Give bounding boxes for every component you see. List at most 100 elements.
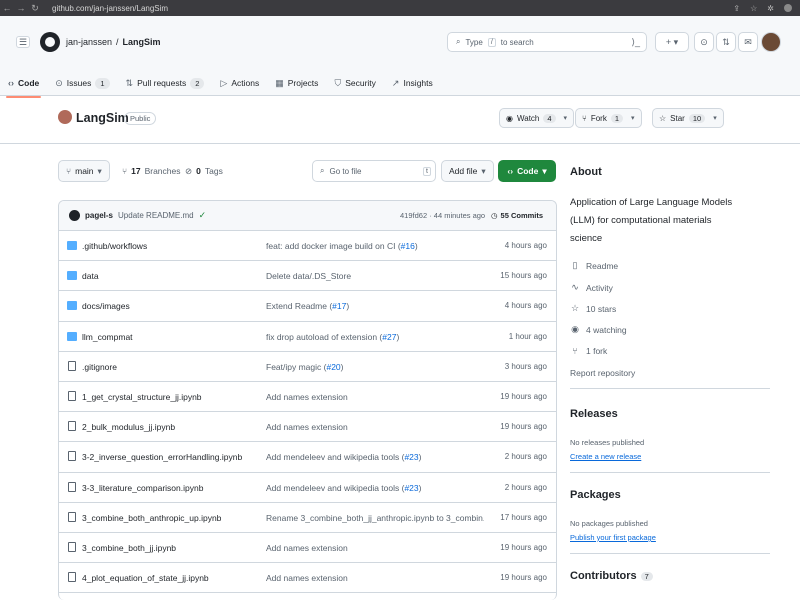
file-row[interactable]: data Delete data/.DS_Store 15 hours ago	[59, 261, 556, 292]
branches-link[interactable]: ⑂ 17 Branches	[122, 160, 181, 182]
file-name[interactable]: 3-3_literature_comparison.ipynb	[82, 483, 203, 493]
check-icon[interactable]: ✓	[199, 210, 207, 221]
file-row[interactable]: llm_compmat fix drop autoload of extensio…	[59, 322, 556, 352]
file-name[interactable]: 1_get_crystal_structure_jj.ipynb	[82, 392, 202, 402]
reload-icon[interactable]: ↻	[28, 3, 42, 14]
back-icon[interactable]: ←	[0, 3, 14, 13]
inbox-icon[interactable]: ✉	[738, 32, 758, 52]
contributors-heading[interactable]: Contributors 7	[570, 570, 653, 582]
releases-heading[interactable]: Releases	[570, 408, 618, 420]
tab-issues[interactable]: ⊙ Issues 1	[47, 70, 117, 96]
file-commit-message[interactable]: Feat/ipy magic (#20)	[266, 362, 344, 372]
pull-requests-icon[interactable]: ⇅	[716, 32, 736, 52]
pull-request-icon: ⇅	[125, 77, 134, 88]
file-commit-message[interactable]: Rename 3_combine_both_jj_anthropic.ipynb…	[266, 513, 484, 523]
branch-selector[interactable]: ⑂ main ▾	[58, 160, 110, 182]
chevron-down-icon[interactable]: ▾	[564, 114, 568, 122]
forks-link[interactable]: ⑂ 1 fork	[570, 346, 607, 356]
publish-package-link[interactable]: Publish your first package	[570, 533, 656, 542]
file-name[interactable]: .github/workflows	[82, 241, 147, 251]
puzzle-icon[interactable]: ✲	[767, 4, 774, 13]
go-to-file-input[interactable]: ⌕ Go to file t	[312, 160, 436, 182]
file-commit-message[interactable]: Add names extension	[266, 422, 348, 432]
tab-projects[interactable]: ▦ Projects	[267, 70, 326, 96]
file-name[interactable]: .gitignore	[82, 362, 117, 372]
activity-link[interactable]: ∿ Activity	[570, 282, 613, 293]
file-row[interactable]: docs/images Extend Readme (#17) 4 hours ag…	[59, 291, 556, 322]
owner-link[interactable]: jan-janssen	[66, 37, 112, 47]
tab-pull-requests[interactable]: ⇅ Pull requests 2	[118, 70, 213, 96]
tab-insights[interactable]: ↗ Insights	[384, 70, 441, 96]
issues-icon[interactable]: ⊙	[694, 32, 714, 52]
file-commit-message[interactable]: Delete data/.DS_Store	[266, 271, 351, 281]
pr-link[interactable]: #27	[382, 332, 396, 342]
pr-link[interactable]: #20	[326, 362, 340, 372]
file-name[interactable]: 3_combine_both_anthropic_up.ipynb	[82, 513, 221, 523]
file-name[interactable]: 4_plot_equation_of_state_jj.ipynb	[82, 573, 209, 583]
file-name[interactable]: 3-2_inverse_question_errorHandling.ipynb	[82, 452, 242, 462]
readme-link[interactable]: ▯ Readme	[570, 260, 619, 271]
menu-icon[interactable]: ☰	[16, 36, 30, 48]
star-button[interactable]: ☆ Star 10 ▾	[652, 108, 724, 128]
repo-title[interactable]: LangSim	[76, 111, 129, 125]
commit-author[interactable]: pagel-s	[85, 211, 113, 220]
file-row[interactable]: 2_bulk_modulus_jj.ipynb Add names extensi…	[59, 412, 556, 443]
file-name[interactable]: data	[82, 271, 99, 281]
profile-icon[interactable]	[784, 4, 792, 12]
file-commit-message[interactable]: Extend Readme (#17)	[266, 301, 349, 311]
pr-link[interactable]: #17	[332, 301, 346, 311]
tab-code[interactable]: ‹› Code	[0, 70, 47, 98]
watch-button[interactable]: ◉ Watch 4 ▾	[499, 108, 575, 128]
watching-link[interactable]: ◉ 4 watching	[570, 324, 627, 335]
add-file-button[interactable]: Add file ▾	[441, 160, 494, 182]
commit-sha[interactable]: 419fd62	[400, 211, 427, 220]
file-commit-message[interactable]: feat: add docker image build on CI (#16)	[266, 241, 418, 251]
chevron-down-icon[interactable]: ▾	[713, 114, 717, 122]
file-commit-message[interactable]: fix drop autoload of extension (#27)	[266, 332, 399, 342]
file-row[interactable]: 1_get_crystal_structure_jj.ipynb Add name…	[59, 382, 556, 413]
file-name[interactable]: 3_combine_both_jj.ipynb	[82, 543, 176, 553]
commits-link[interactable]: ◷ 55 Commits	[491, 211, 543, 220]
file-row[interactable]: 3-3_literature_comparison.ipynb Add mende…	[59, 473, 556, 503]
file-name[interactable]: llm_compmat	[82, 332, 133, 342]
file-name[interactable]: 2_bulk_modulus_jj.ipynb	[82, 422, 175, 432]
file-row[interactable]: .gitignore Feat/ipy magic (#20) 3 hours ag…	[59, 352, 556, 382]
file-row[interactable]: 3_combine_both_anthropic_up.ipynb Rename …	[59, 503, 556, 533]
tab-actions[interactable]: ▷ Actions	[212, 70, 267, 96]
pr-link[interactable]: #23	[404, 452, 418, 462]
create-release-link[interactable]: Create a new release	[570, 452, 641, 461]
pr-link[interactable]: #16	[401, 241, 415, 251]
github-logo-icon[interactable]	[40, 32, 60, 52]
address-bar[interactable]: github.com/jan-janssen/LangSim	[52, 4, 168, 13]
chevron-down-icon[interactable]: ▾	[631, 114, 635, 122]
file-name[interactable]: docs/images	[82, 301, 130, 311]
stars-link[interactable]: ☆ 10 stars	[570, 303, 616, 314]
file-row[interactable]: 4_plot_equation_of_state_jj.ipynb Add nam…	[59, 563, 556, 594]
create-new-button[interactable]: + ▾	[655, 32, 689, 52]
tags-link[interactable]: ⊘ 0 Tags	[185, 160, 223, 182]
file-commit-message[interactable]: Add names extension	[266, 392, 348, 402]
file-commit-message[interactable]: Add mendeleev and wikipedia tools (#23)	[266, 452, 421, 462]
repo-link[interactable]: LangSim	[123, 37, 161, 47]
file-row[interactable]: 3_combine_both_jj.ipynb Add names extensi…	[59, 533, 556, 564]
folder-icon	[67, 271, 77, 281]
file-row[interactable]: 3-2_inverse_question_errorHandling.ipynb…	[59, 442, 556, 473]
command-palette-icon[interactable]: ⟩_	[631, 37, 640, 48]
pr-link[interactable]: #23	[404, 483, 418, 493]
file-row[interactable]: .github/workflows feat: add docker image …	[59, 231, 556, 262]
tab-security[interactable]: ⛉ Security	[326, 70, 383, 96]
report-link[interactable]: Report repository	[570, 368, 635, 378]
file-icon	[68, 481, 76, 492]
search-input[interactable]: ⌕ Type / to search ⟩_	[447, 32, 647, 52]
fork-button[interactable]: ⑂ Fork 1 ▾	[575, 108, 642, 128]
star-bookmark-icon[interactable]: ☆	[750, 4, 757, 13]
file-commit-message[interactable]: Add names extension	[266, 573, 348, 583]
commit-message[interactable]: Update README.md	[118, 211, 194, 220]
extension-icon[interactable]: ⇪	[733, 4, 740, 13]
code-button[interactable]: ‹› Code ▾	[498, 160, 556, 182]
packages-heading[interactable]: Packages	[570, 489, 621, 501]
avatar[interactable]	[761, 32, 781, 52]
file-commit-message[interactable]: Add mendeleev and wikipedia tools (#23)	[266, 483, 421, 493]
file-commit-message[interactable]: Add names extension	[266, 543, 348, 553]
forward-icon[interactable]: →	[14, 3, 28, 13]
